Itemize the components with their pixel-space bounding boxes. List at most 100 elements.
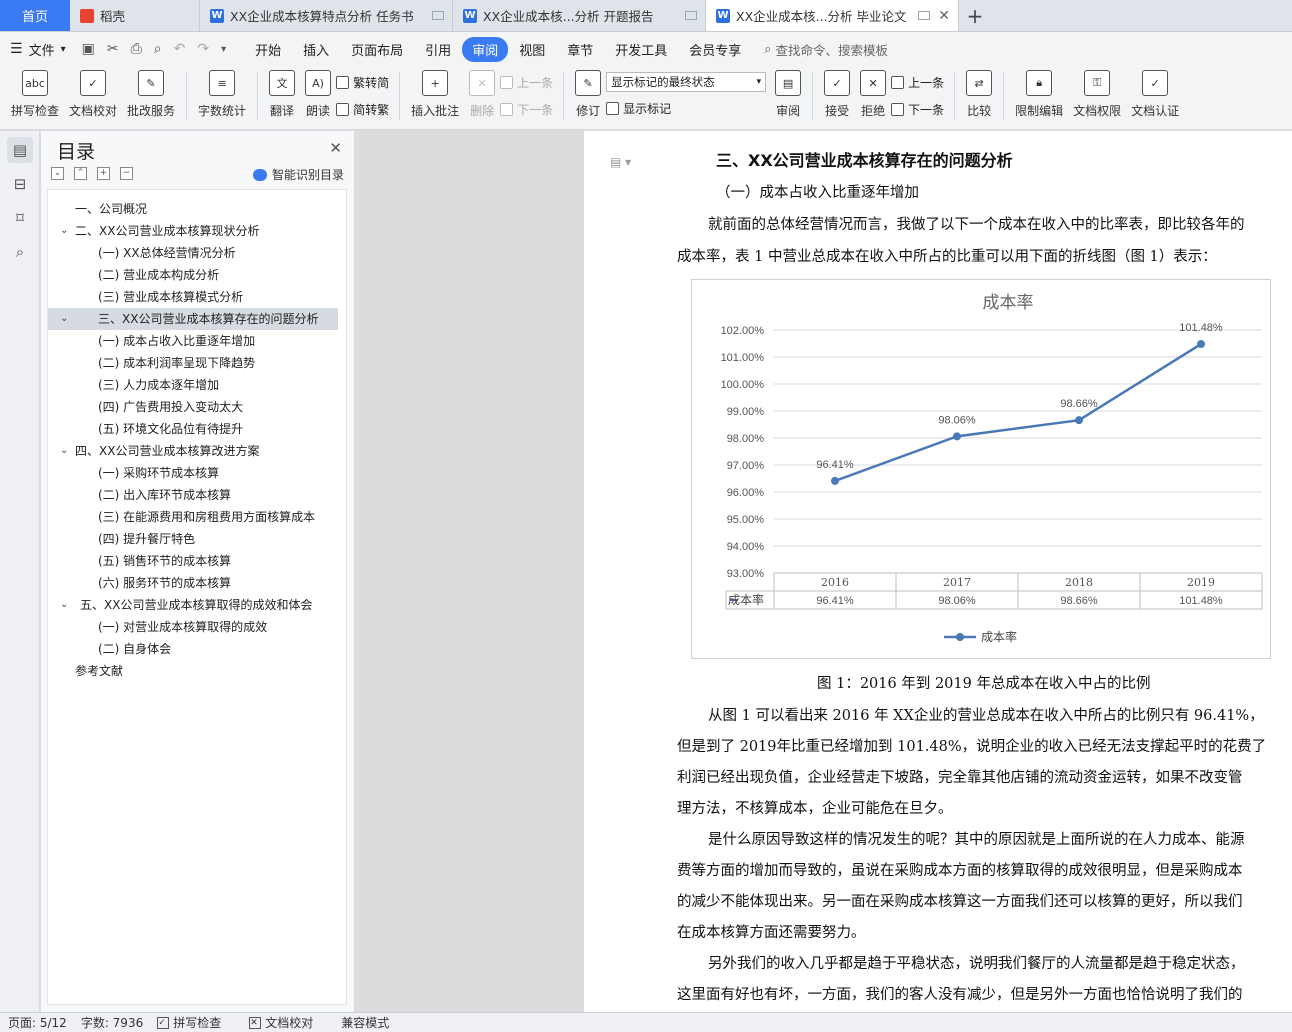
close-icon[interactable]: ✕ xyxy=(938,8,950,24)
collapse-all-icon[interactable]: ⌄ xyxy=(51,167,64,180)
menu-references[interactable]: 引用 xyxy=(414,40,462,59)
tab-doc-task[interactable]: W XX企业成本核算特点分析 任务书 xyxy=(200,0,453,31)
doc-proof-button[interactable]: ✓ 文档校对 xyxy=(64,66,122,119)
trad-to-simp-button[interactable]: 繁转简 xyxy=(336,74,389,91)
toc-item[interactable]: (五) 环境文化品位有待提升 xyxy=(48,418,346,440)
button-label: 插入批注 xyxy=(411,104,460,118)
tab-home[interactable]: 首页 xyxy=(0,0,70,31)
read-aloud-button[interactable]: A) 朗读 xyxy=(300,66,336,119)
batch-service-button[interactable]: ✎ 批改服务 xyxy=(122,66,180,119)
customize-icon[interactable]: ▾ xyxy=(221,44,226,55)
toc-item[interactable]: 一、公司概况 xyxy=(48,198,346,220)
reject-button[interactable]: ✕ 拒绝 xyxy=(855,66,891,119)
new-tab-button[interactable]: + xyxy=(959,0,991,31)
toc-item[interactable]: ⌄ 四、XX公司营业成本核算改进方案 xyxy=(48,440,346,462)
search-icon[interactable]: ⌕ xyxy=(7,239,33,265)
word-count-button[interactable]: ≡ 字数统计 xyxy=(193,66,251,119)
toc-item[interactable]: (一) 对营业成本核算取得的成效 xyxy=(48,616,346,638)
window-icon[interactable] xyxy=(432,11,444,20)
restrict-edit-button[interactable]: 🔒︎ 限制编辑 xyxy=(1010,66,1068,119)
status-doc-proof[interactable]: ✕ 文档校对 xyxy=(249,1014,327,1031)
menu-insert[interactable]: 插入 xyxy=(292,40,340,59)
toc-item[interactable]: ⌄ 五、XX公司营业成本核算取得的成效和体会 xyxy=(48,594,346,616)
menu-home[interactable]: 开始 xyxy=(244,40,292,59)
chevron-down-icon[interactable]: ⌄ xyxy=(60,440,68,462)
simp-to-trad-button[interactable]: 简转繁 xyxy=(336,101,389,118)
toc-item-label: (三) 人力成本逐年增加 xyxy=(98,378,220,392)
paragraph-line: 利润已经出现负值，企业经营走下坡路，完全靠其他店铺的流动资金运转，如果不改变管 xyxy=(677,770,1243,786)
translate-button[interactable]: 文翻译 xyxy=(264,66,300,119)
spell-check-button[interactable]: abc 拼写检查 xyxy=(6,66,64,119)
toc-item[interactable]: (三) 营业成本核算模式分析 xyxy=(48,286,346,308)
insert-comment-button[interactable]: + 插入批注 xyxy=(406,66,464,119)
prev-change-button[interactable]: 上一条 xyxy=(891,74,944,91)
word-count[interactable]: 字数: 7936 xyxy=(81,1014,143,1031)
toc-item[interactable]: (一) 采购环节成本核算 xyxy=(48,462,346,484)
chevron-down-icon[interactable]: ⌄ xyxy=(60,220,68,242)
remove-heading-icon[interactable]: − xyxy=(120,167,133,180)
redo-icon[interactable]: ↷ xyxy=(197,41,209,57)
toc-item[interactable]: (四) 广告费用投入变动太大 xyxy=(48,396,346,418)
toc-item[interactable]: (二) 营业成本构成分析 xyxy=(48,264,346,286)
tab-daoke[interactable]: 稻壳 xyxy=(70,0,200,31)
toc-item[interactable]: ⌄ 二、XX公司营业成本核算现状分析 xyxy=(48,220,346,242)
toc-item[interactable]: (四) 提升餐厅特色 xyxy=(48,528,346,550)
review-pane-button[interactable]: ▤ 审阅 xyxy=(770,66,806,119)
chapter-icon[interactable]: ⊟ xyxy=(7,171,33,197)
button-label: 朗读 xyxy=(306,104,331,118)
prev-comment-button[interactable]: 上一条 xyxy=(500,74,553,91)
page-indicator[interactable]: 页面: 5/12 xyxy=(8,1014,67,1031)
cut-icon[interactable]: ✂ xyxy=(107,41,119,57)
tab-doc-thesis[interactable]: W XX企业成本核...分析 毕业论文 ✕ xyxy=(706,0,959,31)
accept-button[interactable]: ✓ 接受 xyxy=(819,66,855,119)
window-icon[interactable] xyxy=(685,11,697,20)
markup-state-select[interactable]: 显示标记的最终状态 ▾ xyxy=(606,72,767,92)
menu-view[interactable]: 视图 xyxy=(508,40,556,59)
menu-section[interactable]: 章节 xyxy=(556,40,604,59)
bookmark-icon[interactable]: ⌑ xyxy=(7,205,33,231)
toc-item[interactable]: (二) 自身体会 xyxy=(48,638,346,660)
undo-icon[interactable]: ↶ xyxy=(174,41,186,57)
status-spell-check[interactable]: ✓ 拼写检查 xyxy=(157,1014,235,1031)
toc-icon[interactable]: ▤ xyxy=(7,137,33,163)
track-changes-button[interactable]: ✎ 修订 xyxy=(570,66,606,119)
menu-layout[interactable]: 页面布局 xyxy=(340,40,414,59)
toc-item[interactable]: (一) 成本占收入比重逐年增加 xyxy=(48,330,346,352)
toc-item[interactable]: (三) 人力成本逐年增加 xyxy=(48,374,346,396)
toc-item[interactable]: 参考文献 xyxy=(48,660,346,682)
menu-developer[interactable]: 开发工具 xyxy=(604,40,678,59)
document-page[interactable]: ▤ ▾ 三、XX公司营业成本核算存在的问题分析 （一）成本占收入比重逐年增加 就… xyxy=(584,131,1292,1012)
page-options-icon[interactable]: ▤ ▾ xyxy=(610,155,631,169)
tab-doc-proposal[interactable]: W XX企业成本核...分析 开题报告 xyxy=(453,0,706,31)
delete-comment-button[interactable]: ✕ 删除 xyxy=(464,66,500,119)
file-menu[interactable]: ☰ 文件 ▾ xyxy=(10,40,66,59)
line-chart[interactable]: 成本率 93.00% 94.00% 95.00% 96.00% 97.00% 98.00% 9… xyxy=(691,279,1271,659)
doc-cert-button[interactable]: ✓ 文档认证 xyxy=(1126,66,1184,119)
print-icon[interactable]: ⎙ xyxy=(131,41,142,57)
toc-item[interactable]: (二) 成本利润率呈现下降趋势 xyxy=(48,352,346,374)
toc-item[interactable]: (二) 出入库环节成本核算 xyxy=(48,484,346,506)
next-comment-button[interactable]: 下一条 xyxy=(500,101,553,118)
toc-item[interactable]: (一) XX总体经营情况分析 xyxy=(48,242,346,264)
close-icon[interactable]: ✕ xyxy=(329,139,342,157)
menu-review[interactable]: 审阅 xyxy=(462,36,509,62)
window-icon[interactable] xyxy=(918,11,931,20)
button-label: 文档认证 xyxy=(1131,104,1180,118)
toc-item[interactable]: (六) 服务环节的成本核算 xyxy=(48,572,346,594)
chevron-down-icon[interactable]: ⌄ xyxy=(60,308,68,330)
chevron-down-icon[interactable]: ⌄ xyxy=(60,594,68,616)
doc-permission-button[interactable]: ⚿ 文档权限 xyxy=(1068,66,1126,119)
next-change-button[interactable]: 下一条 xyxy=(891,101,944,118)
smart-toc-button[interactable]: 智能识别目录 xyxy=(252,166,344,183)
toc-item[interactable]: (三) 在能源费用和房租费用方面核算成本 xyxy=(48,506,346,528)
add-heading-icon[interactable]: + xyxy=(97,167,110,180)
command-search[interactable]: ⌕ 查找命令、搜索模板 xyxy=(764,40,888,59)
compare-button[interactable]: ⇄ 比较 xyxy=(961,66,997,119)
menu-member[interactable]: 会员专享 xyxy=(678,40,752,59)
show-markup-button[interactable]: 显示标记 xyxy=(606,100,766,117)
print-preview-icon[interactable]: ⌕ xyxy=(154,41,162,57)
save-icon[interactable]: ▣ xyxy=(82,41,95,57)
toc-item[interactable]: (五) 销售环节的成本核算 xyxy=(48,550,346,572)
toc-item-current[interactable]: ⌄ 三、XX公司营业成本核算存在的问题分析 xyxy=(48,308,338,330)
expand-all-icon[interactable]: ⌃ xyxy=(74,167,87,180)
